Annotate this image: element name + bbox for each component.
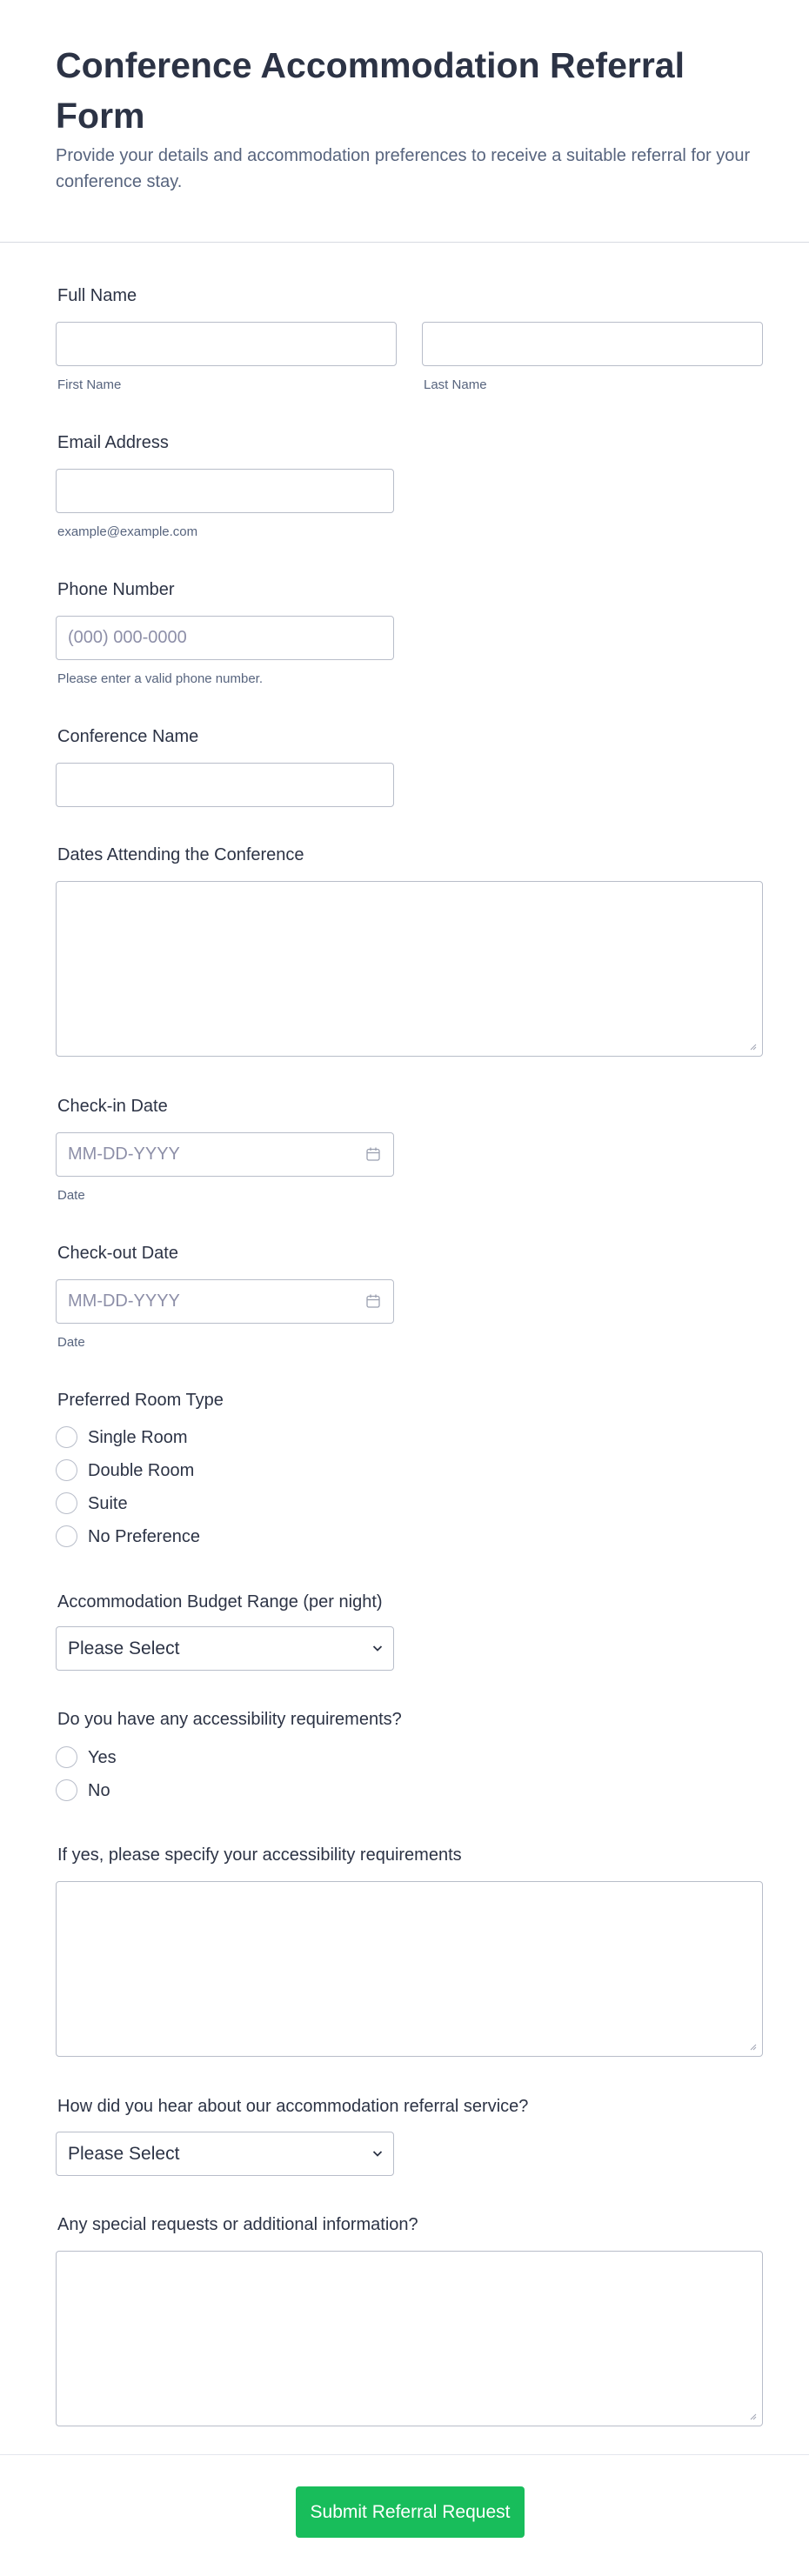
radio-label: No Preference xyxy=(88,1527,200,1546)
last-name-input[interactable] xyxy=(422,322,763,366)
radio-button[interactable] xyxy=(56,1459,77,1481)
radio-button[interactable] xyxy=(56,1426,77,1448)
email-label: Email Address xyxy=(57,433,169,452)
budget-label: Accommodation Budget Range (per night) xyxy=(57,1592,383,1612)
accessibility-details-label: If yes, please specify your accessibilit… xyxy=(57,1845,462,1865)
radio-button[interactable] xyxy=(56,1779,77,1801)
accessibility-label: Do you have any accessibility requiremen… xyxy=(57,1710,402,1729)
radio-option-no[interactable]: No xyxy=(56,1778,404,1804)
checkout-date-input[interactable] xyxy=(56,1279,394,1324)
calendar-icon[interactable] xyxy=(365,1293,381,1309)
conference-name-label: Conference Name xyxy=(57,727,199,746)
first-name-input[interactable] xyxy=(56,322,397,366)
checkin-sublabel: Date xyxy=(57,1188,85,1203)
resize-grip-icon[interactable] xyxy=(748,2412,757,2420)
last-name-sublabel: Last Name xyxy=(424,377,487,392)
special-requests-label: Any special requests or additional infor… xyxy=(57,2215,418,2234)
resize-grip-icon[interactable] xyxy=(748,2042,757,2051)
dates-attending-textarea[interactable] xyxy=(56,881,763,1057)
submit-button[interactable]: Submit Referral Request xyxy=(296,2486,525,2538)
radio-option-yes[interactable]: Yes xyxy=(56,1745,404,1771)
form-header: Conference Accommodation Referral Form P… xyxy=(0,0,809,243)
radio-button[interactable] xyxy=(56,1492,77,1514)
referral-source-select-value: Please Select xyxy=(68,2144,180,2164)
chevron-down-icon xyxy=(372,1645,383,1652)
radio-label: Yes xyxy=(88,1748,117,1767)
budget-select[interactable]: Please Select xyxy=(56,1626,394,1671)
phone-input[interactable] xyxy=(56,616,394,660)
accessibility-details-textarea[interactable] xyxy=(56,1881,763,2057)
checkout-sublabel: Date xyxy=(57,1335,85,1350)
radio-label: No xyxy=(88,1781,110,1800)
radio-option-no-preference[interactable]: No Preference xyxy=(56,1524,404,1550)
first-name-sublabel: First Name xyxy=(57,377,122,392)
phone-label: Phone Number xyxy=(57,580,175,599)
form-subtitle: Provide your details and accommodation p… xyxy=(56,146,751,191)
radio-option-single-room[interactable]: Single Room xyxy=(56,1425,404,1451)
radio-label: Single Room xyxy=(88,1428,188,1447)
checkin-label: Check-in Date xyxy=(57,1097,168,1116)
radio-option-double-room[interactable]: Double Room xyxy=(56,1458,404,1484)
resize-grip-icon[interactable] xyxy=(748,1042,757,1051)
checkin-date-input[interactable] xyxy=(56,1132,394,1177)
budget-select-value: Please Select xyxy=(68,1638,180,1658)
radio-button[interactable] xyxy=(56,1525,77,1547)
radio-label: Suite xyxy=(88,1494,128,1513)
radio-button[interactable] xyxy=(56,1746,77,1768)
full-name-label: Full Name xyxy=(57,286,137,305)
email-field[interactable] xyxy=(56,469,394,513)
referral-source-label: How did you hear about our accommodation… xyxy=(57,2097,529,2116)
form-footer: Submit Referral Request xyxy=(0,2454,809,2576)
special-requests-textarea[interactable] xyxy=(56,2251,763,2426)
phone-sublabel: Please enter a valid phone number. xyxy=(57,671,263,686)
form-title: Conference Accommodation Referral Form xyxy=(56,45,685,136)
referral-source-select[interactable]: Please Select xyxy=(56,2132,394,2176)
chevron-down-icon xyxy=(372,2151,383,2157)
radio-label: Double Room xyxy=(88,1461,195,1480)
checkout-label: Check-out Date xyxy=(57,1244,178,1263)
calendar-icon[interactable] xyxy=(365,1146,381,1162)
dates-attending-label: Dates Attending the Conference xyxy=(57,845,304,864)
radio-option-suite[interactable]: Suite xyxy=(56,1491,404,1517)
email-sublabel: example@example.com xyxy=(57,524,198,539)
conference-name-input[interactable] xyxy=(56,763,394,807)
room-type-label: Preferred Room Type xyxy=(57,1391,224,1410)
